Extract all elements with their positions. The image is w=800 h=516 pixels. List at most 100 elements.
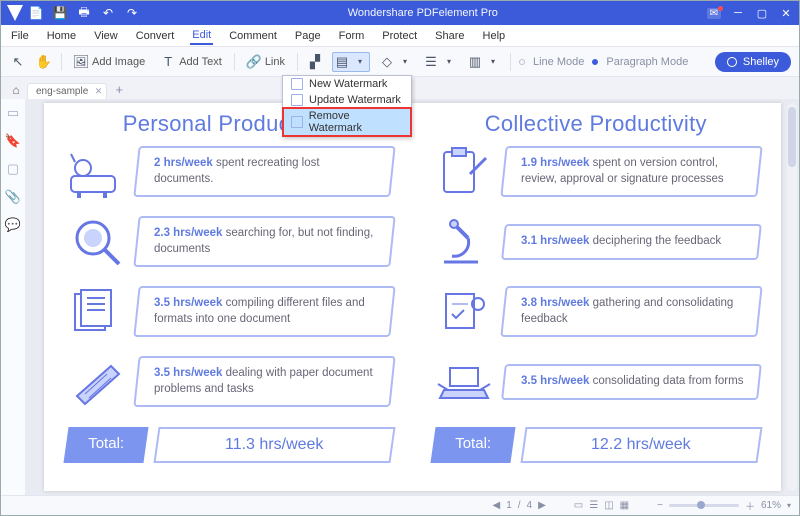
watermark-icon — [291, 94, 303, 106]
dog-illustration-icon — [66, 143, 128, 201]
redo-icon[interactable]: ↷ — [125, 6, 139, 20]
divider — [510, 53, 511, 71]
page: Personal Productivity 2 hrs/week spent r… — [44, 103, 781, 491]
bates-dropdown[interactable]: ▥▾ — [466, 53, 502, 71]
review-illustration-icon — [433, 283, 495, 341]
titlebar: 📄 💾 🖶 ↶ ↷ Wondershare PDFelement Pro ✉ ─… — [1, 1, 799, 25]
home-tab[interactable]: ⌂ — [7, 81, 25, 99]
close-window-icon[interactable]: ✕ — [779, 6, 793, 20]
hands-laptop-illustration-icon — [433, 353, 495, 411]
menuitem-remove-watermark[interactable]: Remove Watermark — [283, 108, 411, 136]
menubar: File Home View Convert Edit Comment Page… — [1, 25, 799, 47]
menu-protect[interactable]: Protect — [380, 28, 419, 44]
zoom-slider[interactable] — [669, 504, 739, 507]
total-value: 12.2 hrs/week — [520, 427, 762, 463]
scrollbar-thumb[interactable] — [788, 107, 796, 167]
select-tool[interactable]: ↖ — [9, 53, 27, 71]
menu-edit[interactable]: Edit — [190, 27, 213, 45]
menu-comment[interactable]: Comment — [227, 28, 279, 44]
watermark-menu: New Watermark Update Watermark Remove Wa… — [282, 75, 412, 137]
search-panel-icon[interactable]: ▢ — [7, 161, 19, 177]
view-facing-continuous-icon[interactable]: ▦ — [620, 500, 629, 511]
close-tab-icon[interactable]: ✕ — [95, 86, 103, 97]
stat-card: 3.8 hrs/week gathering and consolidating… — [500, 286, 762, 337]
page-navigator[interactable]: ◀ 1 /4 ▶ — [492, 500, 545, 511]
zoom-value: 61% — [761, 500, 781, 511]
menu-help[interactable]: Help — [481, 28, 508, 44]
right-heading: Collective Productivity — [433, 111, 760, 137]
total-label: Total: — [63, 427, 148, 463]
menu-view[interactable]: View — [92, 28, 120, 44]
divider — [61, 53, 62, 71]
mail-icon[interactable]: ✉ — [707, 8, 721, 19]
zoom-dropdown-icon[interactable]: ▾ — [787, 501, 791, 510]
add-text-button[interactable]: TAdd Text — [157, 53, 226, 71]
background-dropdown[interactable]: ◇▾ — [378, 53, 414, 71]
microscope-illustration-icon — [433, 213, 495, 271]
watermark-dropdown[interactable]: ▤▾ — [332, 52, 370, 72]
window-title: Wondershare PDFelement Pro — [139, 7, 707, 19]
undo-icon[interactable]: ↶ — [101, 6, 115, 20]
divider — [234, 53, 235, 71]
zoom-in-icon[interactable]: ＋ — [745, 498, 755, 513]
statusbar: ◀ 1 /4 ▶ ▭ ☰ ◫ ▦ − ＋ 61% ▾ — [1, 495, 799, 515]
print-icon[interactable]: 🖶 — [77, 6, 91, 20]
stat-card: 1.9 hrs/week spent on version control, r… — [500, 146, 762, 197]
document-tab[interactable]: eng-sample✕ — [27, 83, 107, 99]
stat-card: 2 hrs/week spent recreating lost documen… — [133, 146, 395, 197]
menu-home[interactable]: Home — [45, 28, 78, 44]
thumbnails-icon[interactable]: ▭ — [7, 105, 19, 121]
menu-convert[interactable]: Convert — [134, 28, 177, 44]
paragraph-mode-radio[interactable] — [592, 59, 598, 65]
edit-toolbar: ↖ ✋ 🖼Add Image TAdd Text 🔗Link ▞ ▤▾ ◇▾ ☰… — [1, 47, 799, 77]
total-value: 11.3 hrs/week — [153, 427, 395, 463]
menu-share[interactable]: Share — [433, 28, 466, 44]
total-label: Total: — [430, 427, 515, 463]
paragraph-mode-label: Paragraph Mode — [606, 56, 688, 68]
clipboard-illustration-icon — [433, 143, 495, 201]
prev-page-icon[interactable]: ◀ — [492, 500, 500, 511]
page-total: 4 — [527, 500, 533, 511]
stat-card: 3.5 hrs/week consolidating data from for… — [501, 364, 761, 400]
menu-page[interactable]: Page — [293, 28, 323, 44]
stat-card: 3.5 hrs/week compiling different files a… — [133, 286, 395, 337]
next-page-icon[interactable]: ▶ — [538, 500, 546, 511]
stat-card: 3.1 hrs/week deciphering the feedback — [501, 224, 761, 260]
open-file-icon[interactable]: 📄 — [29, 6, 43, 20]
crop-tool[interactable]: ▞ — [306, 53, 324, 71]
add-image-button[interactable]: 🖼Add Image — [70, 53, 149, 71]
bookmarks-icon[interactable]: 🔖 — [5, 133, 21, 149]
zoom-out-icon[interactable]: − — [657, 500, 663, 511]
line-mode-radio[interactable] — [519, 59, 525, 65]
maximize-icon[interactable]: ▢ — [755, 6, 769, 20]
view-facing-icon[interactable]: ◫ — [604, 500, 613, 511]
comments-icon[interactable]: 💬 — [5, 217, 21, 233]
menuitem-update-watermark[interactable]: Update Watermark — [283, 92, 411, 108]
stat-card: 3.5 hrs/week dealing with paper document… — [133, 356, 395, 407]
link-button[interactable]: 🔗Link — [243, 53, 289, 71]
minimize-icon[interactable]: ─ — [731, 6, 745, 20]
view-single-icon[interactable]: ▭ — [574, 500, 583, 511]
new-tab-button[interactable]: + — [111, 81, 127, 97]
watermark-icon — [291, 78, 303, 90]
attachments-icon[interactable]: 📎 — [5, 189, 21, 205]
header-footer-dropdown[interactable]: ☰▾ — [422, 53, 458, 71]
user-button[interactable]: Shelley — [715, 52, 791, 72]
hand-tool[interactable]: ✋ — [35, 53, 53, 71]
page-current: 1 — [506, 500, 512, 511]
menuitem-new-watermark[interactable]: New Watermark — [283, 76, 411, 92]
view-continuous-icon[interactable]: ☰ — [589, 500, 598, 511]
left-sidebar: ▭ 🔖 ▢ 📎 💬 — [1, 99, 26, 495]
right-column: Collective Productivity 1.9 hrs/week spe… — [433, 111, 760, 485]
left-column: Personal Productivity 2 hrs/week spent r… — [66, 111, 393, 485]
watermark-icon — [291, 116, 303, 128]
magnifier-illustration-icon — [66, 213, 128, 271]
menu-file[interactable]: File — [9, 28, 31, 44]
stat-card: 2.3 hrs/week searching for, but not find… — [133, 216, 395, 267]
save-icon[interactable]: 💾 — [53, 6, 67, 20]
files-illustration-icon — [66, 283, 128, 341]
line-mode-label: Line Mode — [533, 56, 584, 68]
document-canvas[interactable]: Personal Productivity 2 hrs/week spent r… — [26, 99, 799, 495]
vertical-scrollbar[interactable] — [787, 103, 797, 491]
menu-form[interactable]: Form — [337, 28, 367, 44]
